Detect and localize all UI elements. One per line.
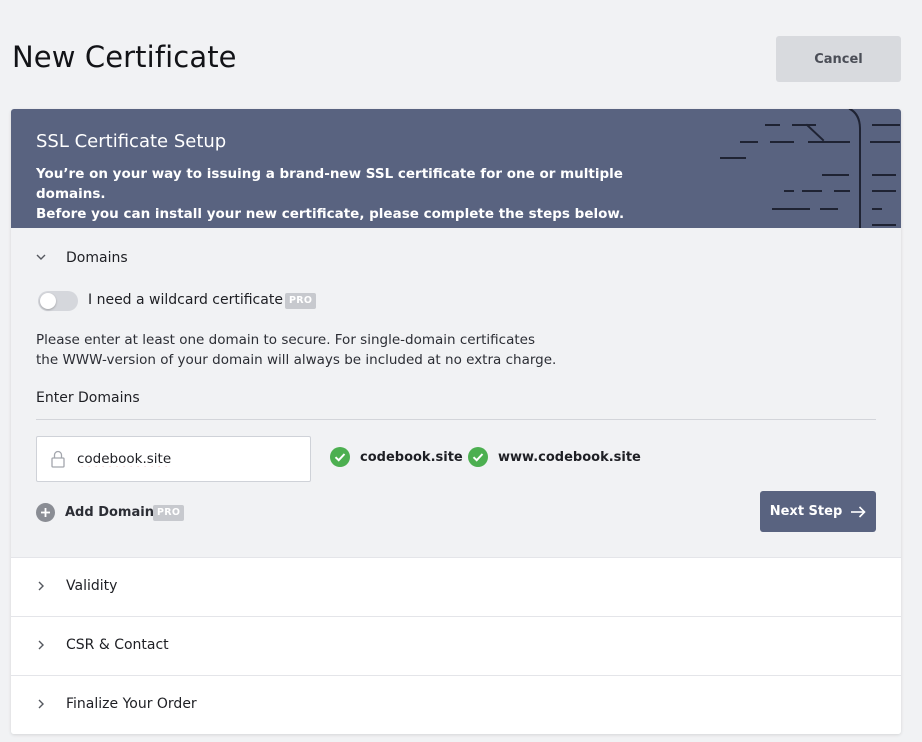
validated-domain: www.codebook.site — [468, 447, 641, 467]
next-step-label: Next Step — [769, 504, 843, 519]
domains-section-header[interactable]: Domains — [36, 250, 128, 266]
toggle-knob — [40, 293, 56, 309]
banner-title: SSL Certificate Setup — [36, 131, 227, 152]
domain-help-text: Please enter at least one domain to secu… — [36, 330, 596, 370]
wildcard-label: I need a wildcard certificate — [88, 292, 283, 308]
lock-icon — [51, 450, 65, 468]
banner-description: You’re on your way to issuing a brand-ne… — [36, 164, 676, 224]
step-label: Validity — [66, 578, 118, 594]
domain-input[interactable] — [77, 449, 297, 469]
chevron-right-icon — [38, 699, 44, 709]
setup-banner: SSL Certificate Setup You’re on your way… — [11, 109, 901, 228]
next-step-button[interactable]: Next Step — [760, 491, 876, 532]
pro-badge: PRO — [153, 505, 185, 521]
code-lines-decoration — [720, 109, 900, 228]
validated-domain-text: www.codebook.site — [498, 449, 641, 465]
certificate-setup-card: SSL Certificate Setup You’re on your way… — [11, 109, 901, 734]
step-csr-contact[interactable]: CSR & Contact — [11, 616, 901, 675]
domains-section: Domains I need a wildcard certificate PR… — [11, 228, 901, 558]
wildcard-toggle[interactable] — [38, 291, 78, 311]
add-domain-label: Add Domain — [65, 505, 154, 520]
step-label: Finalize Your Order — [66, 696, 197, 712]
pro-badge: PRO — [285, 293, 317, 309]
cancel-button[interactable]: Cancel — [776, 36, 901, 82]
domain-input-wrapper[interactable] — [36, 436, 311, 482]
check-circle-icon — [330, 447, 350, 467]
step-header: CSR & Contact — [36, 637, 169, 653]
step-label: CSR & Contact — [66, 637, 169, 653]
arrow-right-icon — [851, 505, 866, 518]
plus-circle-icon — [36, 503, 55, 522]
help-text-line: Please enter at least one domain to secu… — [36, 332, 535, 348]
banner-description-line: You’re on your way to issuing a brand-ne… — [36, 166, 623, 202]
help-text-line: the WWW-version of your domain will alwa… — [36, 352, 557, 368]
validated-domain: codebook.site — [330, 447, 463, 467]
step-finalize-order[interactable]: Finalize Your Order — [11, 675, 901, 734]
chevron-right-icon — [38, 581, 44, 591]
banner-description-line: Before you can install your new certific… — [36, 206, 625, 222]
add-domain-button[interactable]: Add Domain — [36, 503, 154, 522]
step-header: Validity — [36, 578, 117, 594]
step-validity[interactable]: Validity — [11, 557, 901, 616]
chevron-down-icon — [36, 254, 46, 260]
step-header: Finalize Your Order — [36, 696, 197, 712]
page-title: New Certificate — [12, 40, 237, 74]
chevron-right-icon — [38, 640, 44, 650]
validated-domain-text: codebook.site — [360, 449, 463, 465]
check-circle-icon — [468, 447, 488, 467]
enter-domains-label: Enter Domains — [36, 390, 140, 406]
domains-section-label: Domains — [66, 250, 128, 266]
divider — [36, 419, 876, 420]
